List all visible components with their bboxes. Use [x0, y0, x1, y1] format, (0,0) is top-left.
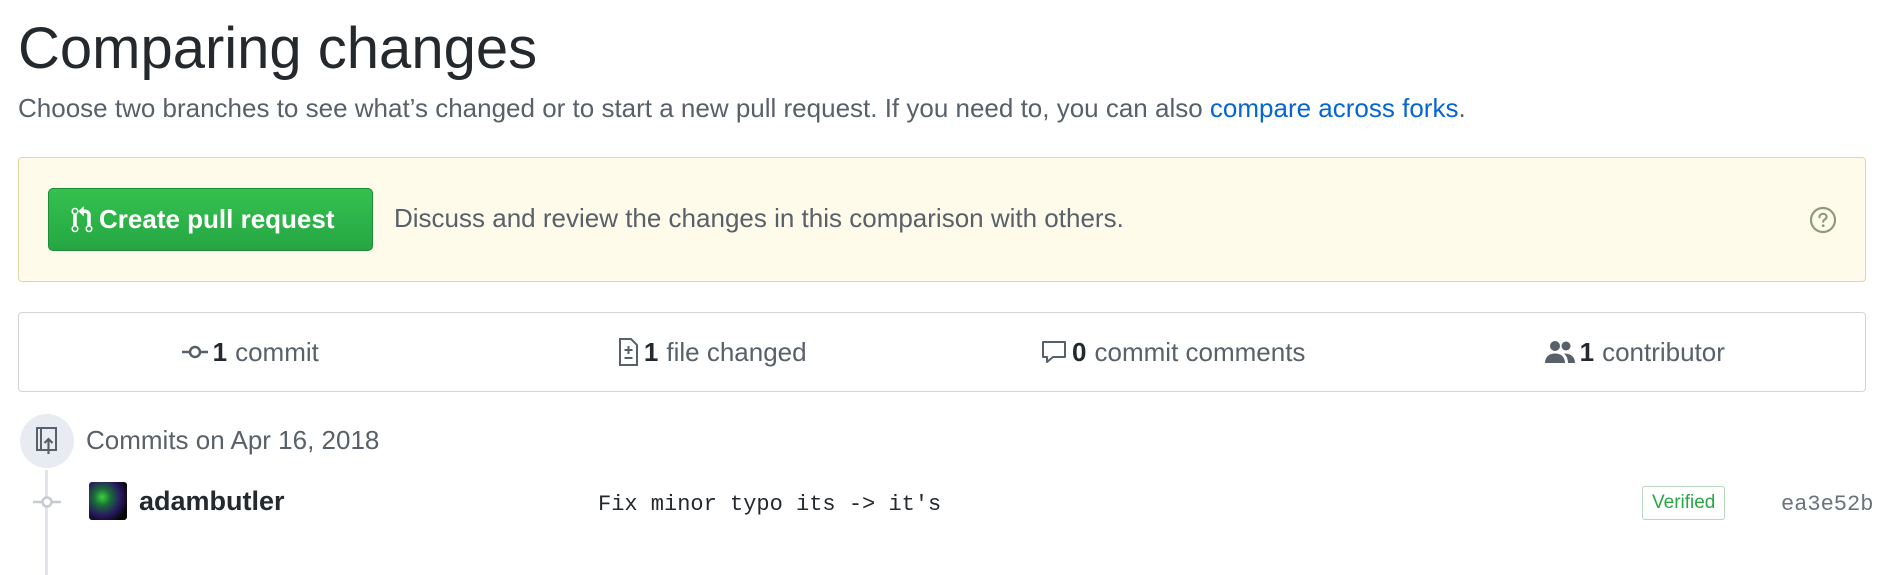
git-commit-icon	[33, 496, 61, 508]
question-circle-icon[interactable]	[1809, 206, 1837, 234]
git-pull-request-icon	[71, 205, 93, 232]
summary-commits[interactable]: 1 commit	[19, 313, 481, 391]
summary-commit-comments[interactable]: 0 commit comments	[942, 313, 1404, 391]
commit-author[interactable]: adambutler	[139, 486, 285, 517]
compare-flash-banner: Create pull request Discuss and review t…	[18, 157, 1866, 282]
commit-sha[interactable]: ea3e52b	[1781, 492, 1873, 517]
summary-comments-label: commit comments	[1094, 336, 1306, 367]
commits-date-heading: Commits on Apr 16, 2018	[86, 425, 380, 455]
summary-contributors[interactable]: 1 contributor	[1404, 313, 1866, 391]
create-pull-request-label: Create pull request	[99, 204, 335, 234]
summary-files-count: 1	[643, 336, 659, 367]
compare-across-forks-link[interactable]: compare across forks	[1210, 93, 1459, 123]
summary-files-changed[interactable]: 1 file changed	[481, 313, 943, 391]
summary-comments-count: 0	[1072, 336, 1087, 367]
verified-badge[interactable]: Verified	[1642, 486, 1726, 520]
summary-commits-label: commit	[235, 336, 319, 367]
comparison-summary: 1 commit 1 file changed 0 commit comment…	[18, 312, 1866, 392]
page-description-period: .	[1458, 93, 1466, 123]
avatar[interactable]	[89, 482, 127, 520]
summary-commits-count: 1	[212, 336, 228, 367]
page-description-text: Choose two branches to see what’s change…	[18, 93, 1210, 123]
commit-message[interactable]: Fix minor typo its -> it's	[598, 492, 941, 517]
flash-message: Discuss and review the changes in this c…	[394, 203, 1124, 233]
summary-contributors-label: contributor	[1602, 336, 1725, 367]
summary-contributors-count: 1	[1579, 336, 1595, 367]
repo-push-icon	[20, 414, 74, 468]
page-description: Choose two branches to see what’s change…	[18, 90, 1466, 126]
summary-files-label: file changed	[666, 336, 807, 367]
create-pull-request-button[interactable]: Create pull request	[48, 188, 373, 251]
page-title: Comparing changes	[18, 16, 538, 81]
git-commit-icon	[181, 345, 208, 359]
commit-timeline	[45, 470, 48, 575]
comment-icon	[1042, 341, 1067, 363]
people-icon	[1544, 341, 1575, 363]
file-diff-icon	[618, 338, 638, 366]
